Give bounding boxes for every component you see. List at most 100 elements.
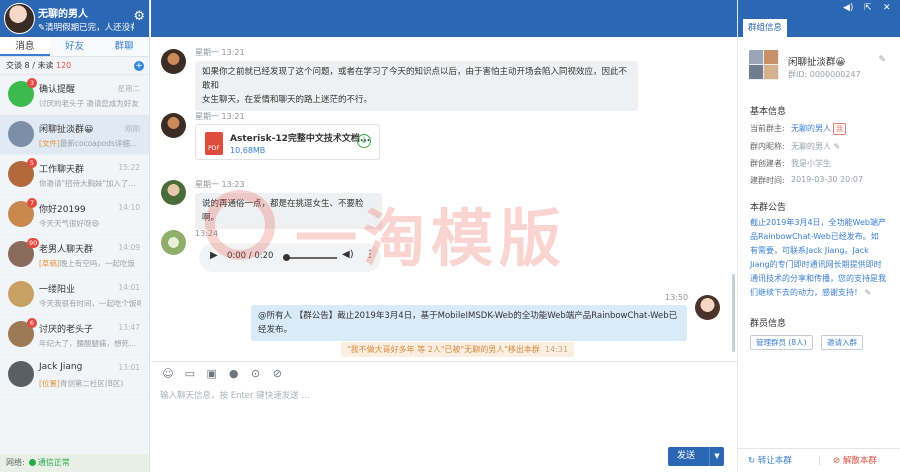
list-item[interactable]: 6 讨厌的老头子 13:47 年纪大了，腰酸腿痛，想死...	[0, 315, 149, 355]
add-icon[interactable]: +	[134, 61, 144, 71]
message-sender: 13:24	[195, 229, 219, 238]
volume-icon[interactable]: ◀)	[342, 249, 354, 260]
unread-badge: 5	[27, 158, 37, 168]
conversation-list: 3 确认提醒 星期二 讨厌的老头子 邀请您成为好友 闲聊扯淡群😀 刚刚 [文件]最新coco…	[0, 75, 149, 395]
tab-messages[interactable]: 消息	[0, 37, 50, 56]
image-icon[interactable]: ▣	[205, 367, 219, 381]
unread-badge: 6	[27, 318, 37, 328]
location-icon[interactable]: ⊙	[249, 367, 263, 381]
edit-icon[interactable]: ✎	[865, 288, 872, 297]
audio-player[interactable]: ▶ 0:00 / 0:20 ◀) ⋮	[199, 243, 381, 272]
input-toolbar: ☺ ▭ ▣ ● ⊙ ⊘	[151, 362, 737, 386]
message-sender: 星期一 13:21	[195, 48, 245, 57]
owner-name[interactable]: 无聊的男人	[791, 124, 831, 133]
more-icon[interactable]: ⋮	[365, 249, 375, 260]
status-dot-icon	[28, 459, 36, 466]
conversation-time: 14:10	[118, 203, 140, 212]
file-card[interactable]: PDF Asterisk-12完整中文技术文档... 10.68MB ↓	[195, 124, 380, 160]
preview-tag: [位置]	[39, 379, 60, 388]
dissolve-group-link[interactable]: ⊘ 解散本群	[833, 449, 877, 473]
group-notice: 截止2019年3月4日，全功能Web端产品RainbowChat-Web已经发布…	[750, 216, 886, 300]
conversation-time: 15:22	[118, 163, 140, 172]
user-name: 无聊的男人	[38, 9, 88, 20]
contact-icon[interactable]: ●	[227, 367, 241, 381]
transfer-group-link[interactable]: ↻ 转让本群	[748, 449, 792, 473]
volume-icon[interactable]: ◀)	[843, 3, 853, 13]
gear-icon[interactable]: ⚙	[133, 9, 145, 24]
play-icon[interactable]: ▶	[210, 250, 218, 261]
network-status: 网络: 通信正常	[0, 454, 149, 472]
me-badge: 我	[833, 123, 846, 135]
system-notice-text: "我不做大哥好多年 等 2人"已被"无聊的男人"移出本群	[347, 345, 540, 354]
chat-header	[151, 0, 737, 37]
preview-text: 青剑第二社区(B区)	[59, 379, 124, 388]
invite-button[interactable]: 邀请入群	[821, 335, 863, 350]
message-text: 女生聊天，在爱情和聊天的路上迷茫的不行。	[202, 95, 373, 105]
preview-text: 讨厌的老头子 邀请您成为好友	[39, 99, 139, 108]
group-id: 群ID: 0000000247	[788, 70, 861, 79]
message-area[interactable]: 星期一 13:21 如果你之前就已经发现了这个问题，或者在学习了今天的知识点以后…	[151, 37, 737, 361]
list-item[interactable]: 7 你好20199 14:10 今天天气很好呀😄	[0, 195, 149, 235]
creator-value: 我是小学生	[791, 159, 831, 168]
conversation-title: 确认提醒	[39, 85, 76, 95]
message-text: @所有人 【群公告】截止2019年3月4日，基于MobileIMSDK-Web的…	[258, 311, 678, 335]
user-signature[interactable]: ✎清明假期已完，人还没有...	[38, 21, 134, 33]
file-size: 10.68MB	[230, 146, 266, 155]
folder-icon[interactable]: ▭	[183, 367, 197, 381]
preview-text: 今天我很有时间，一起吃个饭吧	[39, 299, 141, 308]
emoji-icon[interactable]: ☺	[161, 367, 175, 381]
send-button[interactable]: 发送 ▼	[668, 447, 724, 466]
pdf-icon: PDF	[205, 132, 223, 155]
list-item[interactable]: Jack Jiang 13:01 [位置]青剑第二社区(B区)	[0, 355, 149, 395]
audio-progress[interactable]	[285, 257, 337, 259]
manage-members-button[interactable]: 管理群员 (8人)	[750, 335, 813, 350]
close-icon[interactable]: ✕	[883, 3, 891, 13]
scrollbar[interactable]	[732, 274, 735, 352]
preview-text: 你邀请"招待大胸妹"加入了...	[39, 179, 136, 188]
creator-row: 群创建者: 我是小学生	[750, 158, 831, 169]
restore-icon[interactable]: ⇱	[864, 3, 872, 13]
message-bubble[interactable]: 说的再通俗一点，都是在挑逗女生、不要脸啊。	[195, 193, 382, 229]
list-item[interactable]: 3 确认提醒 星期二 讨厌的老头子 邀请您成为好友	[0, 75, 149, 115]
list-item[interactable]: 5 工作聊天群 15:22 你邀请"招待大胸妹"加入了...	[0, 155, 149, 195]
avatar[interactable]	[161, 49, 186, 74]
conversation-sidebar: 无聊的男人 ✎清明假期已完，人还没有... ⚙ 消息 好友 群聊 交谈 8 / …	[0, 0, 150, 472]
progress-handle[interactable]	[283, 254, 290, 261]
network-label: 网络:	[6, 458, 25, 467]
conversation-preview: [位置]青剑第二社区(B区)	[39, 378, 141, 389]
avatar[interactable]	[161, 230, 186, 255]
clear-icon[interactable]: ⊘	[270, 367, 284, 381]
tab-group-info[interactable]: 群组信息	[743, 19, 787, 37]
right-header: ◀) ⇱ ✕ 群组信息	[738, 0, 900, 37]
conversation-time: 刚刚	[125, 124, 140, 133]
avatar[interactable]	[161, 113, 186, 138]
group-info-panel: ◀) ⇱ ✕ 群组信息 闲聊扯淡群😀 群ID: 0000000247 ✎ 基本信…	[737, 0, 900, 472]
avatar[interactable]	[695, 295, 720, 320]
list-item[interactable]: 一缕阳业 14:01 今天我很有时间，一起吃个饭吧	[0, 275, 149, 315]
chat-panel: 星期一 13:21 如果你之前就已经发现了这个问题，或者在学习了今天的知识点以后…	[151, 0, 737, 472]
system-notice: "我不做大哥好多年 等 2人"已被"无聊的男人"移出本群 14:31	[341, 342, 575, 357]
tab-friends[interactable]: 好友	[50, 37, 100, 56]
list-item[interactable]: 90 老男人聊天群 14:09 [草稿]晚上有空吗，一起吃饭	[0, 235, 149, 275]
dissolve-icon: ⊘	[833, 456, 841, 466]
edit-icon[interactable]: ✎	[878, 55, 886, 65]
conversation-title: 一缕阳业	[39, 285, 76, 295]
message-sender: 星期一 13:23	[195, 180, 245, 189]
conversation-time: 14:09	[118, 243, 140, 252]
download-icon[interactable]: ↓	[357, 134, 371, 148]
conversation-title: 工作聊天群	[39, 165, 85, 175]
conversation-preview: 今天天气很好呀😄	[39, 218, 141, 229]
input-area: ☺ ▭ ▣ ● ⊙ ⊘ 输入聊天信息，按 Enter 键快速发送 ... 发送 ▼	[151, 361, 737, 472]
user-avatar[interactable]	[4, 3, 35, 34]
list-item[interactable]: 闲聊扯淡群😀 刚刚 [文件]最新cocoapods详细...	[0, 115, 149, 155]
tab-groups[interactable]: 群聊	[99, 37, 149, 56]
message-input[interactable]: 输入聊天信息，按 Enter 键快速发送 ...	[160, 389, 310, 401]
edit-icon[interactable]: ✎	[834, 142, 841, 151]
chevron-down-icon[interactable]: ▼	[709, 447, 724, 466]
message-bubble[interactable]: 如果你之前就已经发现了这个问题，或者在学习了今天的知识点以后，由于害怕主动开场会…	[195, 61, 638, 111]
message-bubble[interactable]: @所有人 【群公告】截止2019年3月4日，基于MobileIMSDK-Web的…	[251, 305, 687, 341]
preview-text: 最新cocoapods详细...	[59, 139, 138, 148]
avatar	[8, 361, 34, 387]
notice-text: 截止2019年3月4日，全功能Web端产品RainbowChat-Web已经发布…	[750, 218, 886, 297]
avatar[interactable]	[161, 180, 186, 205]
